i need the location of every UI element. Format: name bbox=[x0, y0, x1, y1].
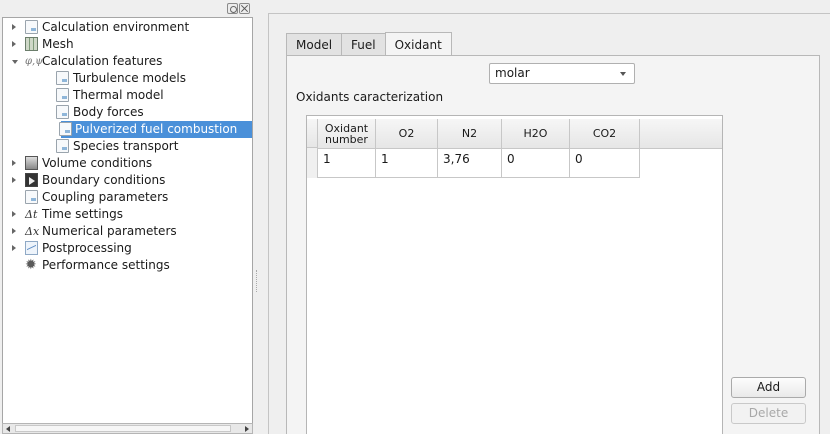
tree-item-label: Volume conditions bbox=[42, 156, 153, 170]
cell-oxidant-number[interactable]: 1 bbox=[318, 148, 376, 178]
document-icon bbox=[56, 71, 69, 85]
add-oxidant-button[interactable]: Add bbox=[731, 377, 806, 398]
cell-o2[interactable]: 1 bbox=[376, 148, 438, 178]
tree-item-coupling-parameters[interactable]: Coupling parameters bbox=[3, 189, 252, 206]
table-header: Oxidant number O2 N2 H2O CO2 bbox=[318, 119, 722, 149]
document-icon bbox=[25, 190, 38, 204]
tree-item-numerical-parameters[interactable]: Δx Numerical parameters bbox=[3, 223, 252, 240]
tree-item-calculation-environment[interactable]: Calculation environment bbox=[3, 19, 252, 36]
tree-item-label: Calculation environment bbox=[42, 20, 190, 34]
chevron-down-icon bbox=[620, 72, 626, 76]
header-n2[interactable]: N2 bbox=[438, 119, 502, 148]
tree-item-boundary-conditions[interactable]: Boundary conditions bbox=[3, 172, 252, 189]
cell-co2[interactable]: 0 bbox=[570, 148, 640, 178]
expand-arrow-right-icon[interactable] bbox=[12, 245, 16, 251]
document-icon bbox=[25, 20, 38, 34]
expand-arrow-right-icon[interactable] bbox=[12, 177, 16, 183]
tree-item-label: Mesh bbox=[42, 37, 74, 51]
tree-item-label: Thermal model bbox=[73, 88, 164, 102]
expand-arrow-right-icon[interactable] bbox=[12, 160, 16, 166]
tab-model[interactable]: Model bbox=[286, 33, 343, 55]
header-oxidant-number[interactable]: Oxidant number bbox=[318, 119, 376, 148]
tab-fuel[interactable]: Fuel bbox=[341, 33, 386, 55]
dock-title-buttons bbox=[227, 3, 250, 15]
expand-arrow-right-icon[interactable] bbox=[12, 211, 16, 217]
table-corner[interactable] bbox=[307, 119, 318, 148]
tree-item-performance-settings[interactable]: ✹ Performance settings bbox=[3, 257, 252, 274]
tree-item-volume-conditions[interactable]: Volume conditions bbox=[3, 155, 252, 172]
gear-icon: ✹ bbox=[25, 257, 37, 273]
expand-arrow-right-icon[interactable] bbox=[12, 228, 16, 234]
document-icon bbox=[56, 139, 69, 153]
header-co2[interactable]: CO2 bbox=[570, 119, 640, 148]
tree-item-mesh[interactable]: Mesh bbox=[3, 36, 252, 53]
panel-splitter[interactable] bbox=[256, 270, 259, 292]
tree-item-label: Time settings bbox=[42, 207, 124, 221]
tree-item-label: Calculation features bbox=[42, 54, 163, 68]
tree-item-turbulence-models[interactable]: Turbulence models bbox=[3, 70, 252, 87]
document-icon bbox=[56, 105, 69, 119]
boundary-icon bbox=[25, 173, 38, 187]
tree-item-pulverized-fuel-combustion[interactable]: Pulverized fuel combustion bbox=[59, 121, 252, 138]
cell-h2o[interactable]: 0 bbox=[502, 148, 570, 178]
tree-item-label: Pulverized fuel combustion bbox=[75, 122, 238, 136]
tree-item-label: Boundary conditions bbox=[42, 173, 166, 187]
navigation-tree[interactable]: Calculation environment Mesh φ,ψ Calculatio… bbox=[2, 17, 253, 428]
tree-item-label: Performance settings bbox=[42, 258, 170, 272]
tree-item-postprocessing[interactable]: Postprocessing bbox=[3, 240, 252, 257]
oxidant-mode-select[interactable]: molar bbox=[489, 63, 635, 84]
tree-item-label: Numerical parameters bbox=[42, 224, 177, 238]
expand-arrow-right-icon[interactable] bbox=[12, 41, 16, 47]
tree-item-label: Coupling parameters bbox=[42, 190, 169, 204]
scroll-left-icon[interactable] bbox=[6, 426, 10, 432]
volume-icon bbox=[25, 156, 38, 170]
oxidant-mode-value: molar bbox=[495, 66, 530, 80]
close-dock-icon[interactable] bbox=[239, 3, 250, 14]
header-h2o[interactable]: H2O bbox=[502, 119, 570, 148]
tree-item-species-transport[interactable]: Species transport bbox=[3, 138, 252, 155]
tree-item-label: Species transport bbox=[73, 139, 179, 153]
tab-bar: Model Fuel Oxidant bbox=[286, 32, 452, 55]
tree-item-body-forces[interactable]: Body forces bbox=[3, 104, 252, 121]
document-icon bbox=[56, 88, 69, 102]
cell-n2[interactable]: 3,76 bbox=[438, 148, 502, 178]
delete-oxidant-button[interactable]: Delete bbox=[731, 403, 806, 424]
oxidants-section-label: Oxidants caracterization bbox=[296, 90, 444, 104]
scroll-right-icon[interactable] bbox=[245, 426, 249, 432]
float-dock-icon[interactable] bbox=[227, 3, 238, 14]
tree-item-label: Postprocessing bbox=[42, 241, 132, 255]
header-o2[interactable]: O2 bbox=[376, 119, 438, 148]
mesh-icon bbox=[25, 37, 38, 51]
scrollbar-thumb[interactable] bbox=[15, 425, 231, 432]
tree-item-thermal-model[interactable]: Thermal model bbox=[3, 87, 252, 104]
tab-oxidant[interactable]: Oxidant bbox=[384, 32, 452, 55]
tree-item-calculation-features[interactable]: φ,ψ Calculation features bbox=[3, 53, 252, 70]
document-icon bbox=[59, 122, 72, 136]
chart-icon bbox=[25, 241, 38, 255]
expand-arrow-right-icon[interactable] bbox=[12, 24, 16, 30]
tree-horizontal-scrollbar[interactable] bbox=[2, 423, 253, 434]
tree-item-label: Body forces bbox=[73, 105, 144, 119]
tree-item-label: Turbulence models bbox=[73, 71, 187, 85]
tree-dock: Calculation environment Mesh φ,ψ Calculatio… bbox=[0, 0, 255, 434]
expand-arrow-down-icon[interactable] bbox=[12, 60, 18, 64]
tree-item-time-settings[interactable]: Δt Time settings bbox=[3, 206, 252, 223]
row-header-1[interactable] bbox=[307, 148, 318, 178]
